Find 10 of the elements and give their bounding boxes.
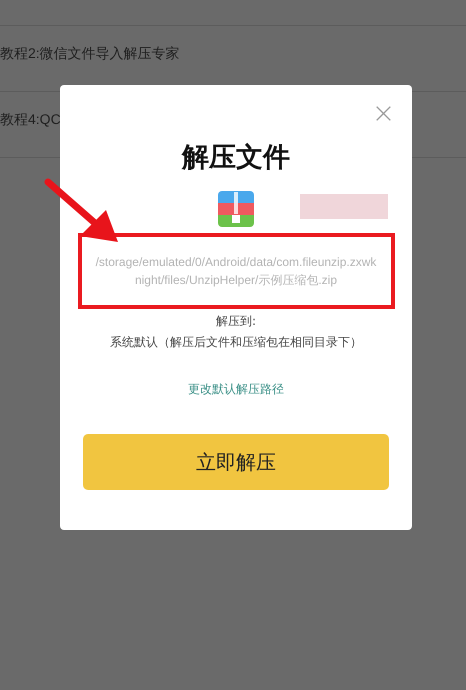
extract-button[interactable]: 立即解压 [83, 434, 389, 490]
list-item-title: 教程2:微信文件导入解压专家 [0, 45, 180, 61]
close-icon[interactable] [375, 105, 392, 122]
dialog-title: 解压文件 [182, 141, 290, 175]
list-item-title: 教程4:QC [0, 111, 61, 127]
file-path: /storage/emulated/0/Android/data/com.fileunzip.zxwknight/files/UnzipHelper/示例压缩包.zip [96, 254, 376, 289]
zip-file-icon [218, 191, 254, 227]
extract-to-label: 解压到: [216, 313, 256, 330]
extract-to-value: 系统默认（解压后文件和压缩包在相同目录下） [110, 334, 362, 351]
change-path-link[interactable]: 更改默认解压路径 [188, 381, 284, 398]
